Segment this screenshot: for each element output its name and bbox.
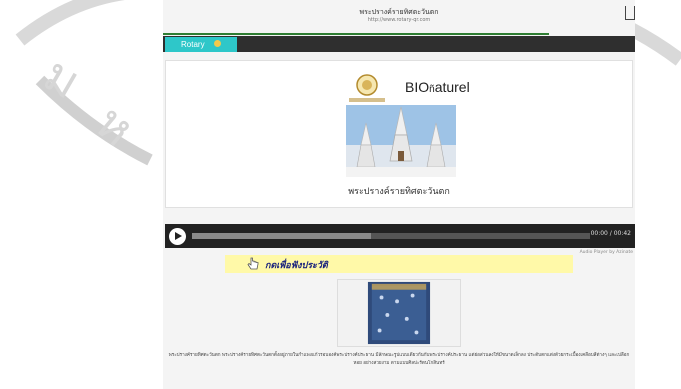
audio-seek-fill: [192, 233, 372, 239]
mobile-page: พระปรางค์รายทิศตะวันตก http://www.rotary…: [163, 0, 635, 389]
page-load-progress: [163, 33, 549, 35]
player-credit: Audio Player by Azinate: [579, 250, 633, 255]
listen-history-button[interactable]: กดเพื่อฟังประวัติ: [225, 255, 573, 273]
mosaic-video[interactable]: [337, 279, 461, 347]
status-dot-icon: [214, 40, 221, 47]
tab-bar: Rotary: [163, 36, 635, 52]
svg-text:ม: ม: [34, 46, 89, 110]
bionaturel-logo: BIOñaturel: [405, 79, 470, 95]
listen-history-label: กดเพื่อฟังประวัติ: [265, 261, 328, 271]
content-card: BIOñaturel พระปรางค์รายทิศตะวันตก: [165, 60, 633, 208]
audio-time: 00:00 / 00:42: [590, 230, 631, 237]
page-title: พระปรางค์รายทิศตะวันตก: [359, 8, 439, 16]
audio-player: 00:00 / 00:42: [165, 224, 635, 248]
logo-row: BIOñaturel: [349, 73, 489, 109]
history-description: พระปรางค์รายทิศตะวันตก พระปรางค์รายทิศตะ…: [168, 353, 630, 366]
svg-text:ห: ห: [84, 94, 144, 157]
tab-rotary-label: Rotary: [181, 40, 205, 49]
temple-photo: [346, 105, 456, 177]
page-url: http://www.rotary-qr.com: [367, 17, 431, 23]
address-bar[interactable]: พระปรางค์รายทิศตะวันตก http://www.rotary…: [163, 8, 635, 34]
audio-seek-bar[interactable]: [192, 233, 590, 239]
hand-pointer-icon: [247, 257, 259, 270]
photo-caption: พระปรางค์รายทิศตะวันตก: [348, 187, 450, 197]
tab-rotary[interactable]: Rotary: [165, 37, 237, 52]
company-seal-logo: [349, 74, 385, 102]
play-button[interactable]: [169, 228, 186, 245]
share-icon[interactable]: [625, 6, 635, 20]
